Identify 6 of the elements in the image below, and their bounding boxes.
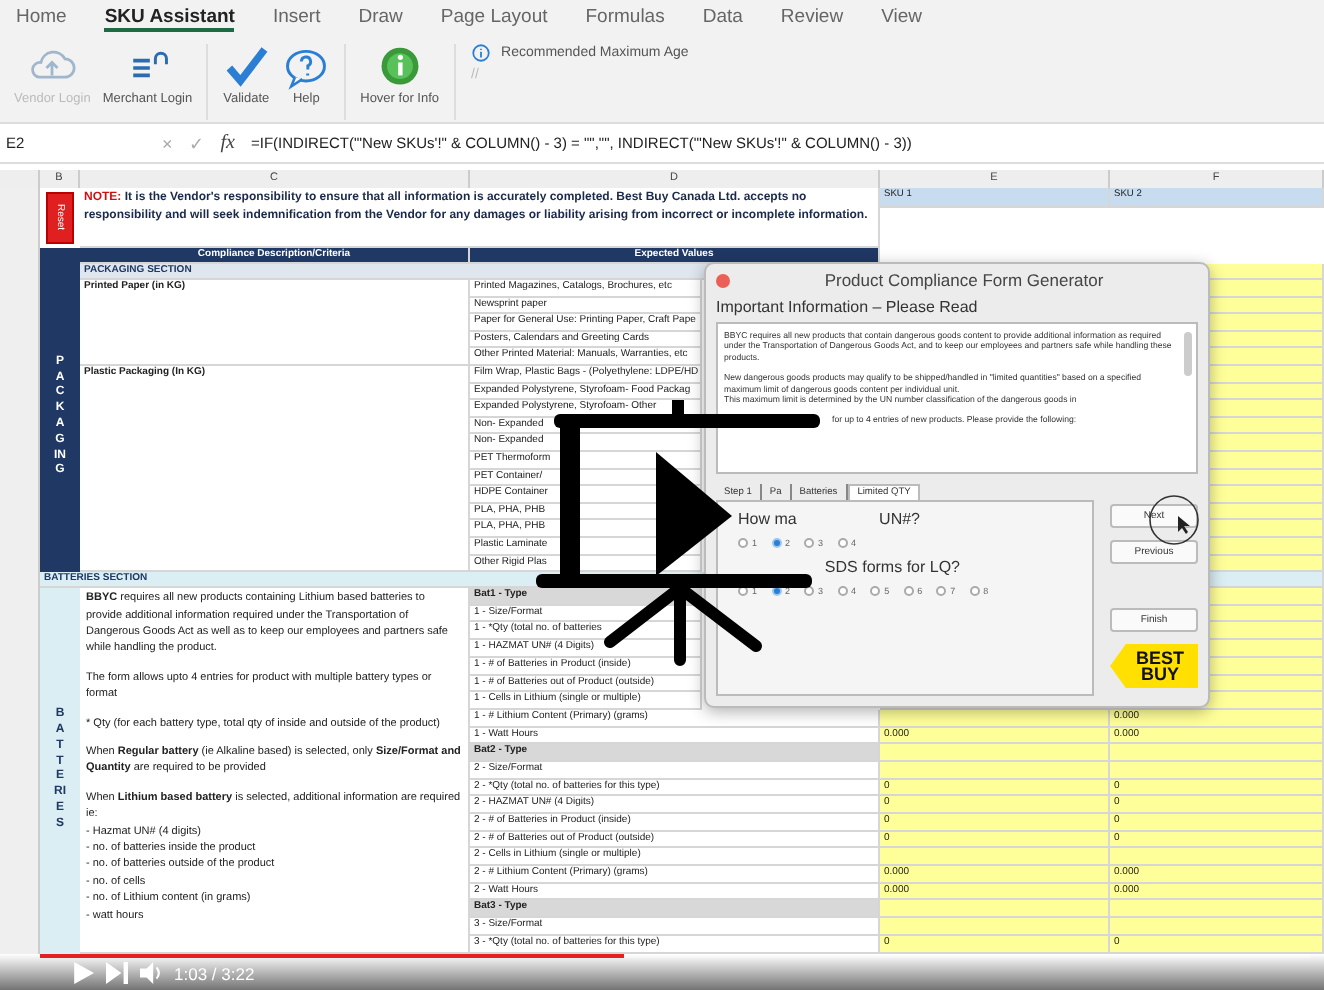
brand-logo: BEST BUY [1110, 644, 1198, 688]
question-label: How ma [738, 510, 797, 528]
video-time: 1:03 / 3:22 [174, 963, 255, 983]
question-label: UN#? [879, 510, 920, 528]
section-heading: Important Information – Please Read [714, 296, 980, 320]
question-label: SDS forms for LQ? [824, 558, 960, 576]
